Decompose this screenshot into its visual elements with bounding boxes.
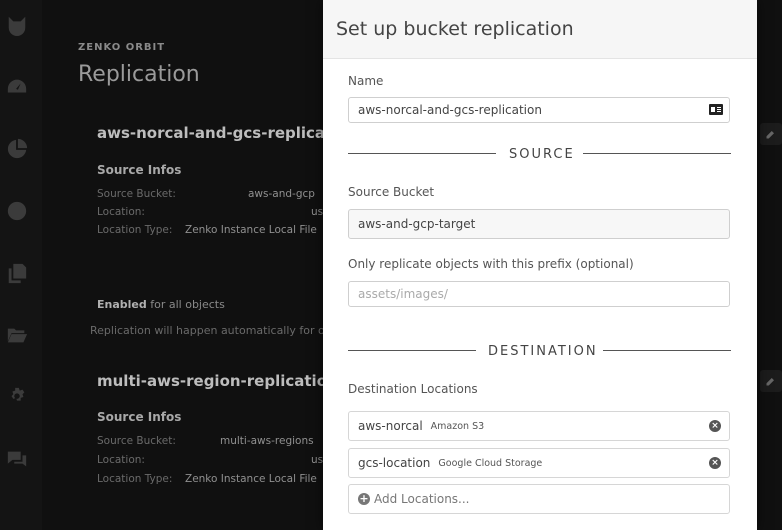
enabled-scope: for all objects	[146, 298, 225, 311]
contact-card-icon	[709, 104, 723, 115]
source-bucket-value: multi-aws-regions	[220, 435, 314, 447]
location-type: Amazon S3	[430, 420, 485, 432]
remove-location-icon[interactable]: ×	[709, 457, 721, 469]
location-type-label: Location Type:	[97, 224, 173, 236]
location-name: gcs-location	[358, 456, 431, 470]
name-field[interactable]: aws-norcal-and-gcs-replication	[348, 97, 730, 123]
location-label: Location:	[97, 454, 145, 466]
edit-rule-button[interactable]	[760, 370, 782, 392]
add-locations-select[interactable]: + Add Locations...	[348, 484, 730, 514]
gear-icon[interactable]	[4, 384, 30, 410]
source-bucket-label: Source Bucket:	[97, 188, 176, 200]
location-label: Location:	[97, 206, 145, 218]
location-type: Google Cloud Storage	[438, 457, 543, 469]
divider	[348, 350, 476, 351]
modal-header: Set up bucket replication	[323, 0, 757, 59]
prefix-input[interactable]: assets/images/	[348, 281, 730, 307]
rule-title: multi-aws-region-replication	[97, 372, 338, 390]
copy-files-icon[interactable]	[4, 260, 30, 286]
destination-location-item: aws-norcal Amazon S3 ×	[348, 411, 730, 441]
source-infos-heading: Source Infos	[97, 163, 182, 177]
auto-replication-text: Replication will happen automatically fo…	[90, 324, 325, 337]
chat-bubbles-icon[interactable]	[4, 446, 30, 472]
location-type-value: Zenko Instance Local File	[185, 224, 317, 236]
cat-logo-icon[interactable]	[4, 12, 30, 38]
enabled-label: Enabled	[97, 298, 147, 311]
divider	[603, 350, 731, 351]
source-infos-heading: Source Infos	[97, 410, 182, 424]
source-bucket-label: Source Bucket:	[97, 435, 176, 447]
globe-icon[interactable]	[4, 198, 30, 224]
source-bucket-label: Source Bucket	[348, 185, 435, 199]
location-type-value: Zenko Instance Local File	[185, 473, 317, 485]
source-heading: SOURCE	[509, 147, 575, 162]
prefix-placeholder: assets/images/	[358, 287, 448, 301]
source-bucket-value: aws-and-gcp	[248, 188, 315, 200]
location-value: us	[311, 454, 324, 466]
edit-icon	[766, 378, 774, 386]
brand-label: ZENKO ORBIT	[78, 42, 166, 53]
dashboard-gauge-icon[interactable]	[4, 74, 30, 100]
plus-circle-icon: +	[358, 492, 370, 505]
nav-rail	[0, 0, 42, 530]
destination-label: Destination Locations	[348, 382, 478, 396]
add-locations-label: Add Locations...	[374, 492, 470, 506]
destination-heading: DESTINATION	[488, 344, 598, 359]
edit-icon	[766, 131, 774, 139]
source-bucket-value: aws-and-gcp-target	[358, 217, 476, 231]
location-name: aws-norcal	[358, 419, 423, 433]
source-bucket-select[interactable]: aws-and-gcp-target	[348, 209, 730, 239]
remove-location-icon[interactable]: ×	[709, 420, 721, 432]
location-type-label: Location Type:	[97, 473, 173, 485]
folder-open-icon[interactable]	[4, 322, 30, 348]
modal-title: Set up bucket replication	[336, 18, 574, 40]
destination-location-item: gcs-location Google Cloud Storage ×	[348, 448, 730, 478]
replication-modal: Set up bucket replication Name aws-norca…	[323, 0, 757, 530]
divider	[348, 153, 496, 154]
location-value: us	[311, 206, 324, 218]
edit-rule-button[interactable]	[760, 123, 782, 145]
divider	[583, 153, 731, 154]
page-title: Replication	[78, 62, 200, 87]
name-label: Name	[348, 74, 384, 88]
pie-chart-icon[interactable]	[4, 136, 30, 162]
rule-title: aws-norcal-and-gcs-replicat	[97, 124, 333, 142]
name-value: aws-norcal-and-gcs-replication	[358, 103, 542, 117]
prefix-label: Only replicate objects with this prefix …	[348, 257, 634, 271]
enabled-status: Enabled for all objects	[97, 298, 225, 311]
